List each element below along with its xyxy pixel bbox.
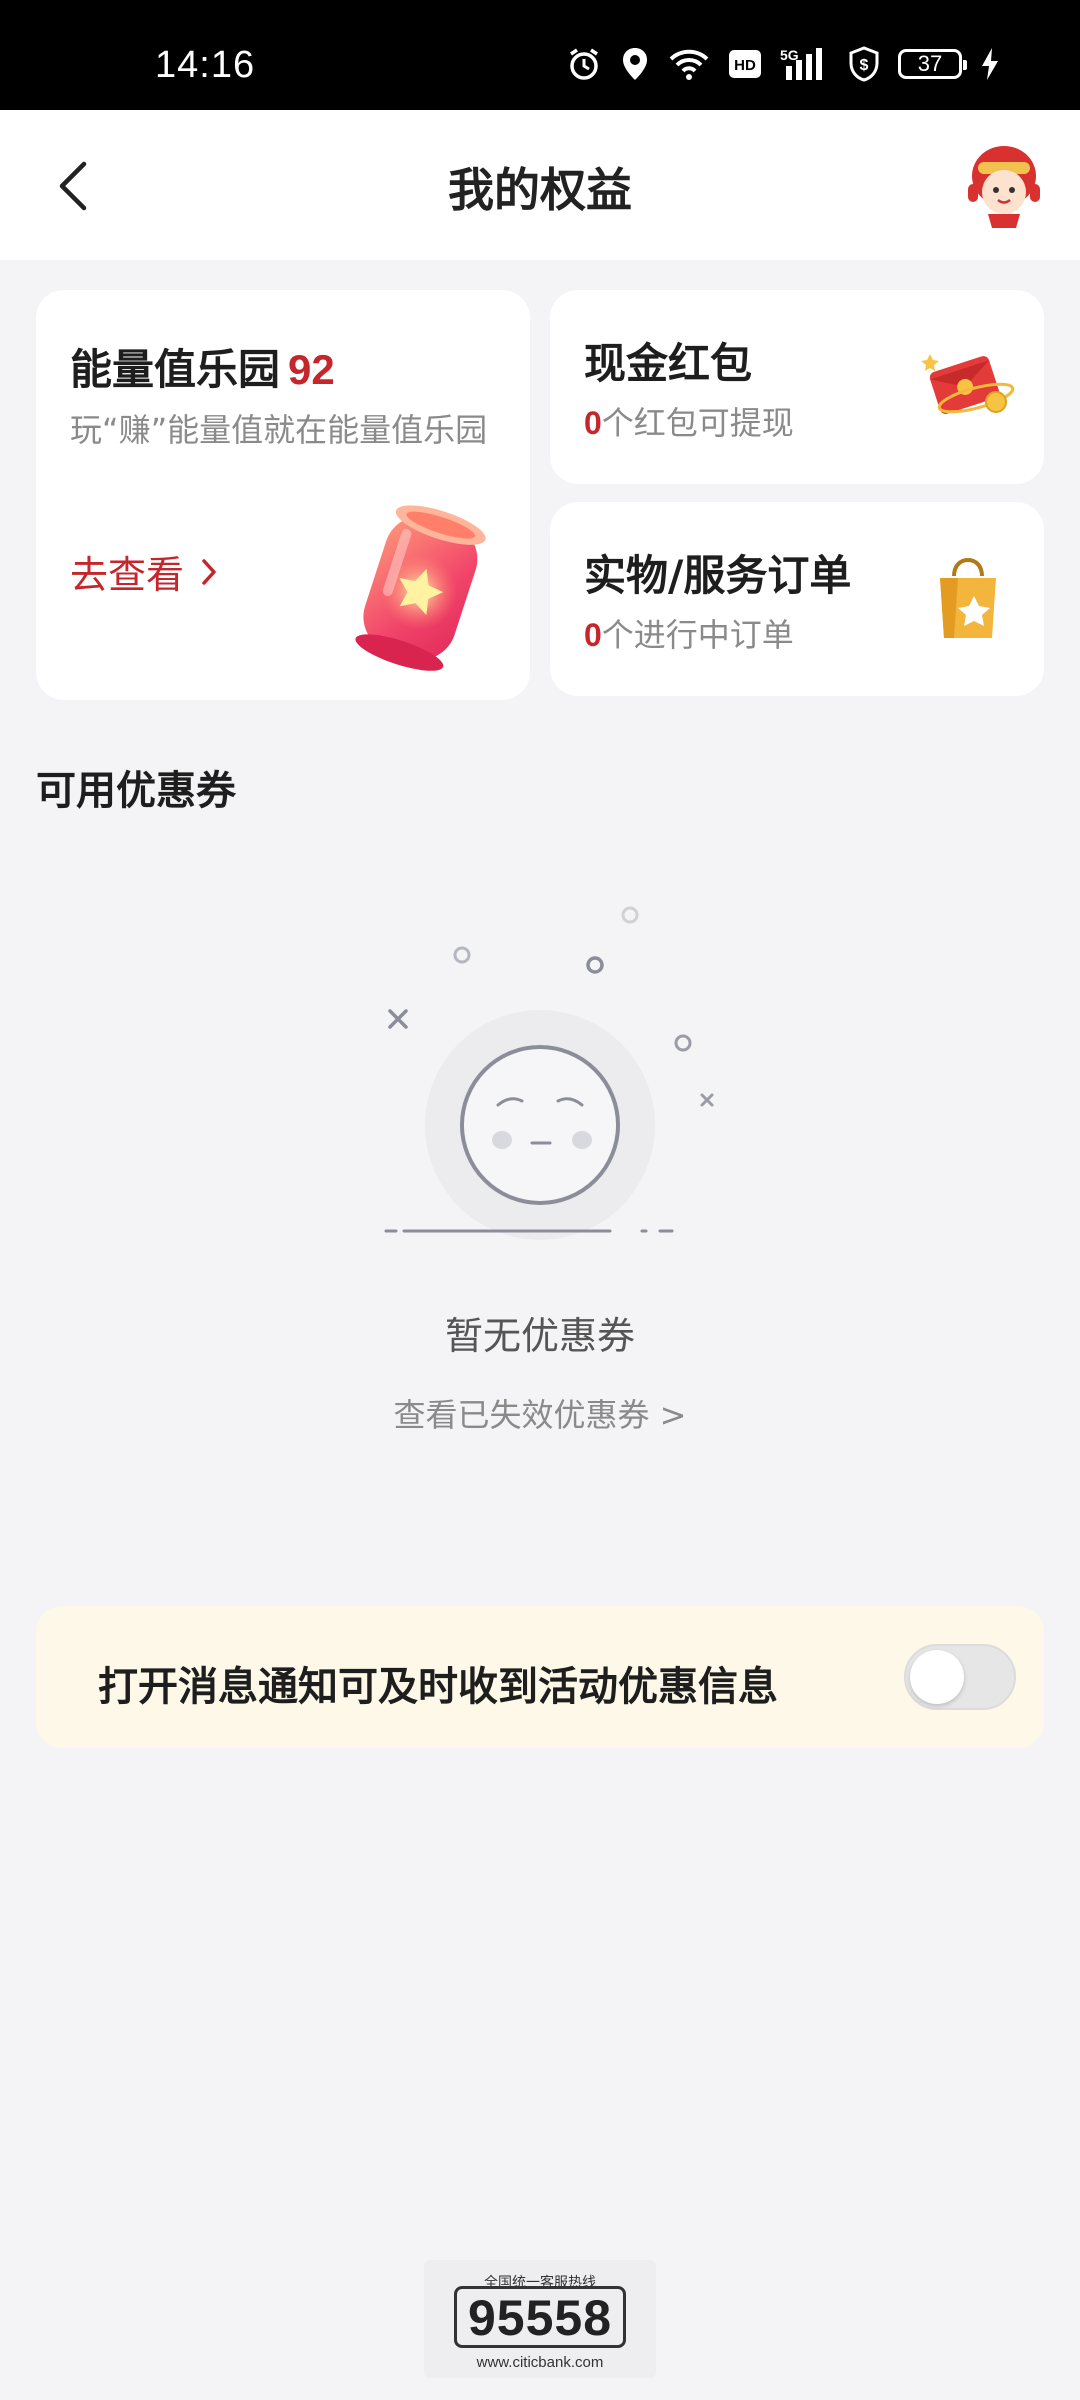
- vpn-shield-icon: $: [848, 46, 880, 82]
- notification-banner: 打开消息通知可及时收到活动优惠信息: [36, 1606, 1044, 1748]
- shopping-bag-icon: [940, 557, 996, 638]
- energy-park-title: 能量值乐园 92: [70, 336, 335, 397]
- view-expired-coupons-link[interactable]: 查看已失效优惠券 >: [0, 1390, 1080, 1436]
- empty-coupons-text: 暂无优惠券: [444, 1314, 635, 1358]
- energy-park-label: 能量值乐园: [70, 345, 281, 394]
- location-icon: [620, 46, 650, 82]
- status-icons: HD 5G $ 37: [566, 46, 1000, 82]
- goods-order-caption: 个进行中订单: [601, 616, 794, 654]
- notification-banner-text: 打开消息通知可及时收到活动优惠信息: [98, 1664, 778, 1710]
- 5g-signal-icon: 5G: [780, 46, 830, 82]
- chevron-right-icon: [202, 558, 216, 585]
- cash-redpacket-caption: 个红包可提现: [601, 404, 794, 442]
- svg-text:$: $: [860, 57, 869, 74]
- hotline-number: 95558: [454, 2286, 626, 2348]
- goods-order-count: 0: [584, 617, 602, 653]
- notification-toggle[interactable]: [904, 1644, 1016, 1710]
- mascot-icon: [968, 146, 1040, 228]
- alarm-icon: [566, 46, 602, 82]
- cash-redpacket-subtitle: 0个红包可提现: [584, 398, 794, 444]
- energy-jar-icon: [355, 505, 486, 671]
- hd-icon: HD: [728, 49, 762, 79]
- charging-icon: [980, 47, 1000, 81]
- goods-order-title: 实物/服务订单: [584, 551, 852, 600]
- empty-sad-face-icon: [384, 906, 714, 1240]
- svg-text:HD: HD: [734, 57, 756, 74]
- mascot-avatar[interactable]: [964, 140, 1044, 230]
- hotline-badge: 全国统一客服热线 95558 www.citicbank.com: [424, 2260, 656, 2378]
- wifi-icon: [668, 47, 710, 81]
- battery-icon: 37: [898, 49, 967, 79]
- cash-redpacket-card[interactable]: 现金红包 0个红包可提现: [550, 290, 1044, 484]
- hotline-website: www.citicbank.com: [476, 2354, 604, 2371]
- view-energy-link[interactable]: 去查看: [70, 544, 218, 599]
- view-energy-label: 去查看: [70, 553, 185, 597]
- cash-redpacket-count: 0: [584, 405, 602, 441]
- energy-park-card[interactable]: 能量值乐园 92 玩“赚”能量值就在能量值乐园 去查看: [36, 290, 530, 700]
- goods-order-card[interactable]: 实物/服务订单 0个进行中订单: [550, 502, 1044, 696]
- coupons-section-title: 可用优惠券: [36, 768, 236, 814]
- red-packet-icon: [921, 354, 1015, 414]
- toggle-knob: [910, 1650, 964, 1704]
- page-title: 我的权益: [448, 163, 632, 217]
- page-header: 我的权益: [0, 110, 1080, 260]
- svg-text:5G: 5G: [780, 47, 799, 63]
- battery-level: 37: [917, 51, 943, 76]
- energy-description: 玩“赚”能量值就在能量值乐园: [70, 411, 488, 449]
- status-time: 14:16: [155, 44, 256, 86]
- status-bar: 14:16 HD 5G $ 37: [0, 0, 1080, 110]
- goods-order-subtitle: 0个进行中订单: [584, 610, 794, 656]
- cash-redpacket-title: 现金红包: [584, 339, 753, 388]
- energy-value: 92: [288, 346, 335, 393]
